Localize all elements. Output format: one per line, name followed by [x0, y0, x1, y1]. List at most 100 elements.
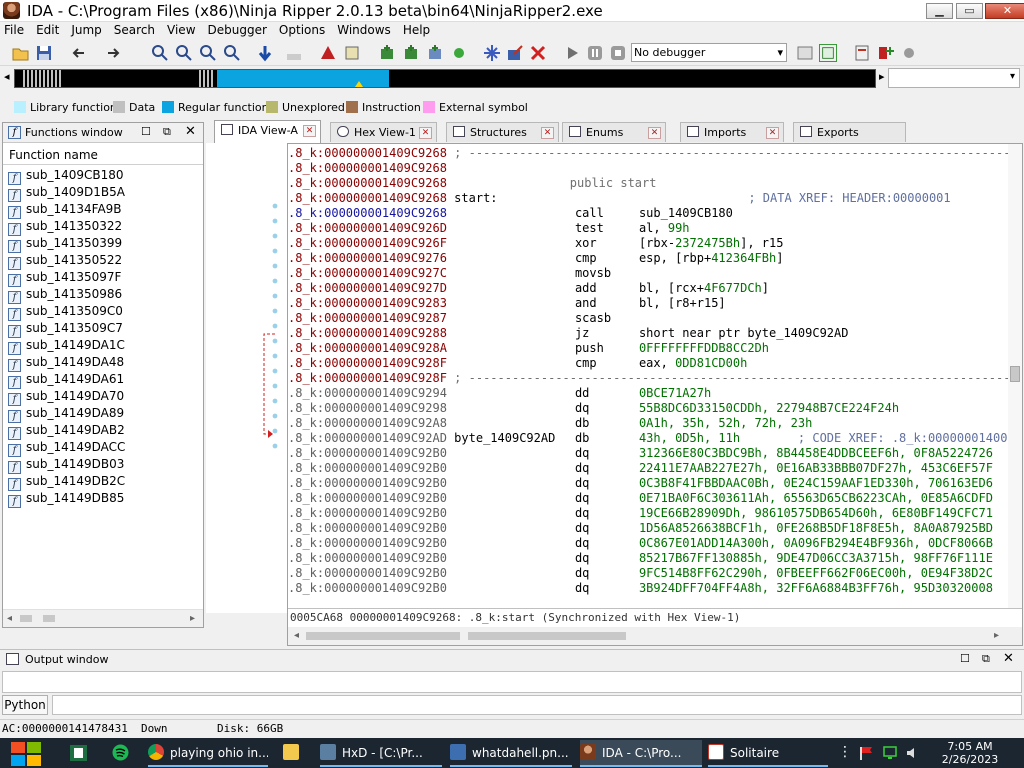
- restore-window-icon[interactable]: ⧉: [163, 125, 171, 139]
- disassembly-line[interactable]: .8_k:000000001409C9268: [288, 161, 1008, 176]
- scroll-left-icon[interactable]: ◂: [7, 613, 12, 624]
- menu-windows[interactable]: Windows: [331, 22, 397, 39]
- taskbar-clock[interactable]: 7:05 AM 2/26/2023: [922, 740, 1018, 766]
- scrollbar-thumb[interactable]: [20, 615, 32, 622]
- play-icon[interactable]: [563, 44, 581, 62]
- python-input[interactable]: [52, 695, 1022, 715]
- close-icon[interactable]: ✕: [303, 125, 316, 137]
- edit-icon[interactable]: [506, 44, 524, 62]
- function-list-item[interactable]: f sub_14149DA1C: [3, 337, 203, 355]
- scroll-right-icon[interactable]: ▸: [190, 613, 195, 624]
- scrollbar-thumb[interactable]: [468, 632, 626, 640]
- disassembly-line[interactable]: .8_k:000000001409C92A8 db 0A1h, 35h, 52h, …: [288, 416, 1008, 431]
- add-func-icon[interactable]: [343, 44, 361, 62]
- sparkle-icon[interactable]: [483, 44, 501, 62]
- flowchart-icon[interactable]: [285, 44, 303, 62]
- functions-hscrollbar[interactable]: ◂ ▸: [3, 609, 203, 627]
- text-icon[interactable]: [426, 44, 444, 62]
- disassembly-line[interactable]: .8_k:000000001409C926D test al, 99h: [288, 221, 1008, 236]
- tab-ida-view-a[interactable]: IDA View-A ✕: [214, 120, 321, 143]
- function-list-item[interactable]: f sub_141350322: [3, 218, 203, 236]
- disassembly-line[interactable]: .8_k:000000001409C92B0 dq 0E71BA0F6C303611…: [288, 491, 1008, 506]
- function-list-item[interactable]: f sub_14135097F: [3, 269, 203, 287]
- network-icon[interactable]: [882, 746, 898, 760]
- function-list-item[interactable]: f sub_14149DACC: [3, 439, 203, 457]
- function-list-item[interactable]: f sub_14149DA48: [3, 354, 203, 372]
- disassembly-line[interactable]: .8_k:000000001409C92B0 dq 19CE66B28909Dh, …: [288, 506, 1008, 521]
- save-icon[interactable]: [35, 44, 53, 62]
- scroll-right-icon[interactable]: ▸: [994, 630, 999, 641]
- python-button[interactable]: Python: [2, 695, 48, 715]
- delete-icon[interactable]: [529, 44, 547, 62]
- function-list-item[interactable]: f sub_1413509C7: [3, 320, 203, 338]
- disassembly-line[interactable]: .8_k:000000001409C9268 call sub_1409CB180: [288, 206, 1008, 221]
- disassembly-line[interactable]: .8_k:000000001409C92B0 dq 3B924DFF704FF4A8…: [288, 581, 1008, 596]
- speaker-icon[interactable]: [905, 746, 921, 760]
- close-icon[interactable]: ✕: [648, 127, 661, 139]
- windows-start-icon[interactable]: [10, 741, 42, 767]
- menu-search[interactable]: Search: [108, 22, 161, 39]
- close-icon[interactable]: ✕: [1003, 651, 1014, 666]
- disassembly-line[interactable]: .8_k:000000001409C926F xor [rbx-2372475Bh]…: [288, 236, 1008, 251]
- tab-exports[interactable]: Exports: [793, 122, 906, 142]
- disassembly-line[interactable]: .8_k:000000001409C927C movsb: [288, 266, 1008, 281]
- function-list-item[interactable]: f sub_141350986: [3, 286, 203, 304]
- function-list-item[interactable]: f sub_14149DB2C: [3, 473, 203, 491]
- disassembly-line[interactable]: .8_k:000000001409C9268 ; ---------------…: [288, 146, 1008, 161]
- show-hidden-icons-icon[interactable]: ⋮: [838, 744, 852, 760]
- taskbar-item-ida[interactable]: IDA - C:\Pro...: [580, 740, 702, 767]
- disassembly-line[interactable]: .8_k:000000001409C92B0 dq 22411E7AAB227E27…: [288, 461, 1008, 476]
- taskbar-item-image[interactable]: whatdahell.pn...: [450, 740, 572, 767]
- nav-right-arrow-icon[interactable]: ▸: [879, 70, 885, 83]
- tab-structures[interactable]: Structures ✕: [446, 122, 559, 142]
- excel-icon[interactable]: [70, 745, 87, 761]
- menu-edit[interactable]: Edit: [30, 22, 65, 39]
- disassembly-line[interactable]: .8_k:000000001409C9298 dq 55B8DC6D33150CDD…: [288, 401, 1008, 416]
- disassembly-line[interactable]: .8_k:000000001409C92B0 dq 85217B67FF130885…: [288, 551, 1008, 566]
- forward-icon[interactable]: [104, 44, 122, 62]
- disassembly-view[interactable]: .8_k:000000001409C9268 ; ---------------…: [287, 143, 1023, 646]
- disassembly-line[interactable]: .8_k:000000001409C927D add bl, [rcx+4F677D…: [288, 281, 1008, 296]
- debugger-select[interactable]: No debugger ▾: [631, 43, 787, 62]
- function-list-item[interactable]: f sub_14149DA70: [3, 388, 203, 406]
- jump-icon[interactable]: [256, 44, 274, 62]
- function-list-item[interactable]: f sub_14134FA9B: [3, 201, 203, 219]
- binary-search-icon[interactable]: [175, 44, 193, 62]
- open-file-icon[interactable]: [12, 44, 30, 62]
- minimize-button[interactable]: ▁: [926, 3, 953, 19]
- disassembly-line[interactable]: .8_k:000000001409C9268 start: ; DATA XRE…: [288, 191, 1008, 206]
- text-search-icon[interactable]: [151, 44, 169, 62]
- menu-view[interactable]: View: [161, 22, 201, 39]
- add-enum-icon[interactable]: [402, 44, 420, 62]
- disassembly-line[interactable]: .8_k:000000001409C9268 public start: [288, 176, 1008, 191]
- tab-hex-view-1[interactable]: Hex View-1 ✕: [330, 122, 437, 142]
- disassembly-line[interactable]: .8_k:000000001409C928F cmp eax, 0DD81CD00h: [288, 356, 1008, 371]
- disassembly-line[interactable]: .8_k:000000001409C92B0 dq 0C867E01ADD14A30…: [288, 536, 1008, 551]
- disassembly-line[interactable]: .8_k:000000001409C92B0 dq 1D56A8526638BCF1…: [288, 521, 1008, 536]
- add-struct-icon[interactable]: [378, 44, 396, 62]
- disassembly-line[interactable]: .8_k:000000001409C9288 jz short near ptr b…: [288, 326, 1008, 341]
- taskbar-item-hxd[interactable]: HxD - [C:\Pr...: [320, 740, 442, 767]
- taskbar-item-explorer[interactable]: [283, 740, 309, 767]
- tab-enums[interactable]: Enums ✕: [562, 122, 666, 142]
- function-list-item[interactable]: f sub_14149DB85: [3, 490, 203, 508]
- disassembly-line[interactable]: .8_k:000000001409C92B0 dq 0C3B8F41FBBDAAC0…: [288, 476, 1008, 491]
- options-icon[interactable]: [853, 44, 871, 62]
- disassembly-hscrollbar[interactable]: ◂ ▸: [288, 627, 1022, 645]
- function-list-item[interactable]: f sub_14149DA89: [3, 405, 203, 423]
- scroll-left-icon[interactable]: ◂: [294, 630, 299, 641]
- function-list-item[interactable]: f sub_141350522: [3, 252, 203, 270]
- float-window-icon[interactable]: ☐: [960, 652, 970, 665]
- disassembly-line[interactable]: .8_k:000000001409C928A push 0FFFFFFFFDDB8C…: [288, 341, 1008, 356]
- float-window-icon[interactable]: ☐: [141, 125, 151, 138]
- menu-jump[interactable]: Jump: [65, 22, 107, 39]
- close-icon[interactable]: ✕: [766, 127, 779, 139]
- menu-help[interactable]: Help: [397, 22, 436, 39]
- disassembly-vscrollbar[interactable]: [1008, 144, 1022, 608]
- menu-options[interactable]: Options: [273, 22, 331, 39]
- breakpoint-icon[interactable]: [796, 44, 814, 62]
- function-list-item[interactable]: f sub_14149DB03: [3, 456, 203, 474]
- add-breakpoint-icon[interactable]: [876, 44, 894, 62]
- disassembly-line[interactable]: .8_k:000000001409C9276 cmp esp, [rbp+41236…: [288, 251, 1008, 266]
- taskbar-item-solitaire[interactable]: Solitaire: [708, 740, 828, 767]
